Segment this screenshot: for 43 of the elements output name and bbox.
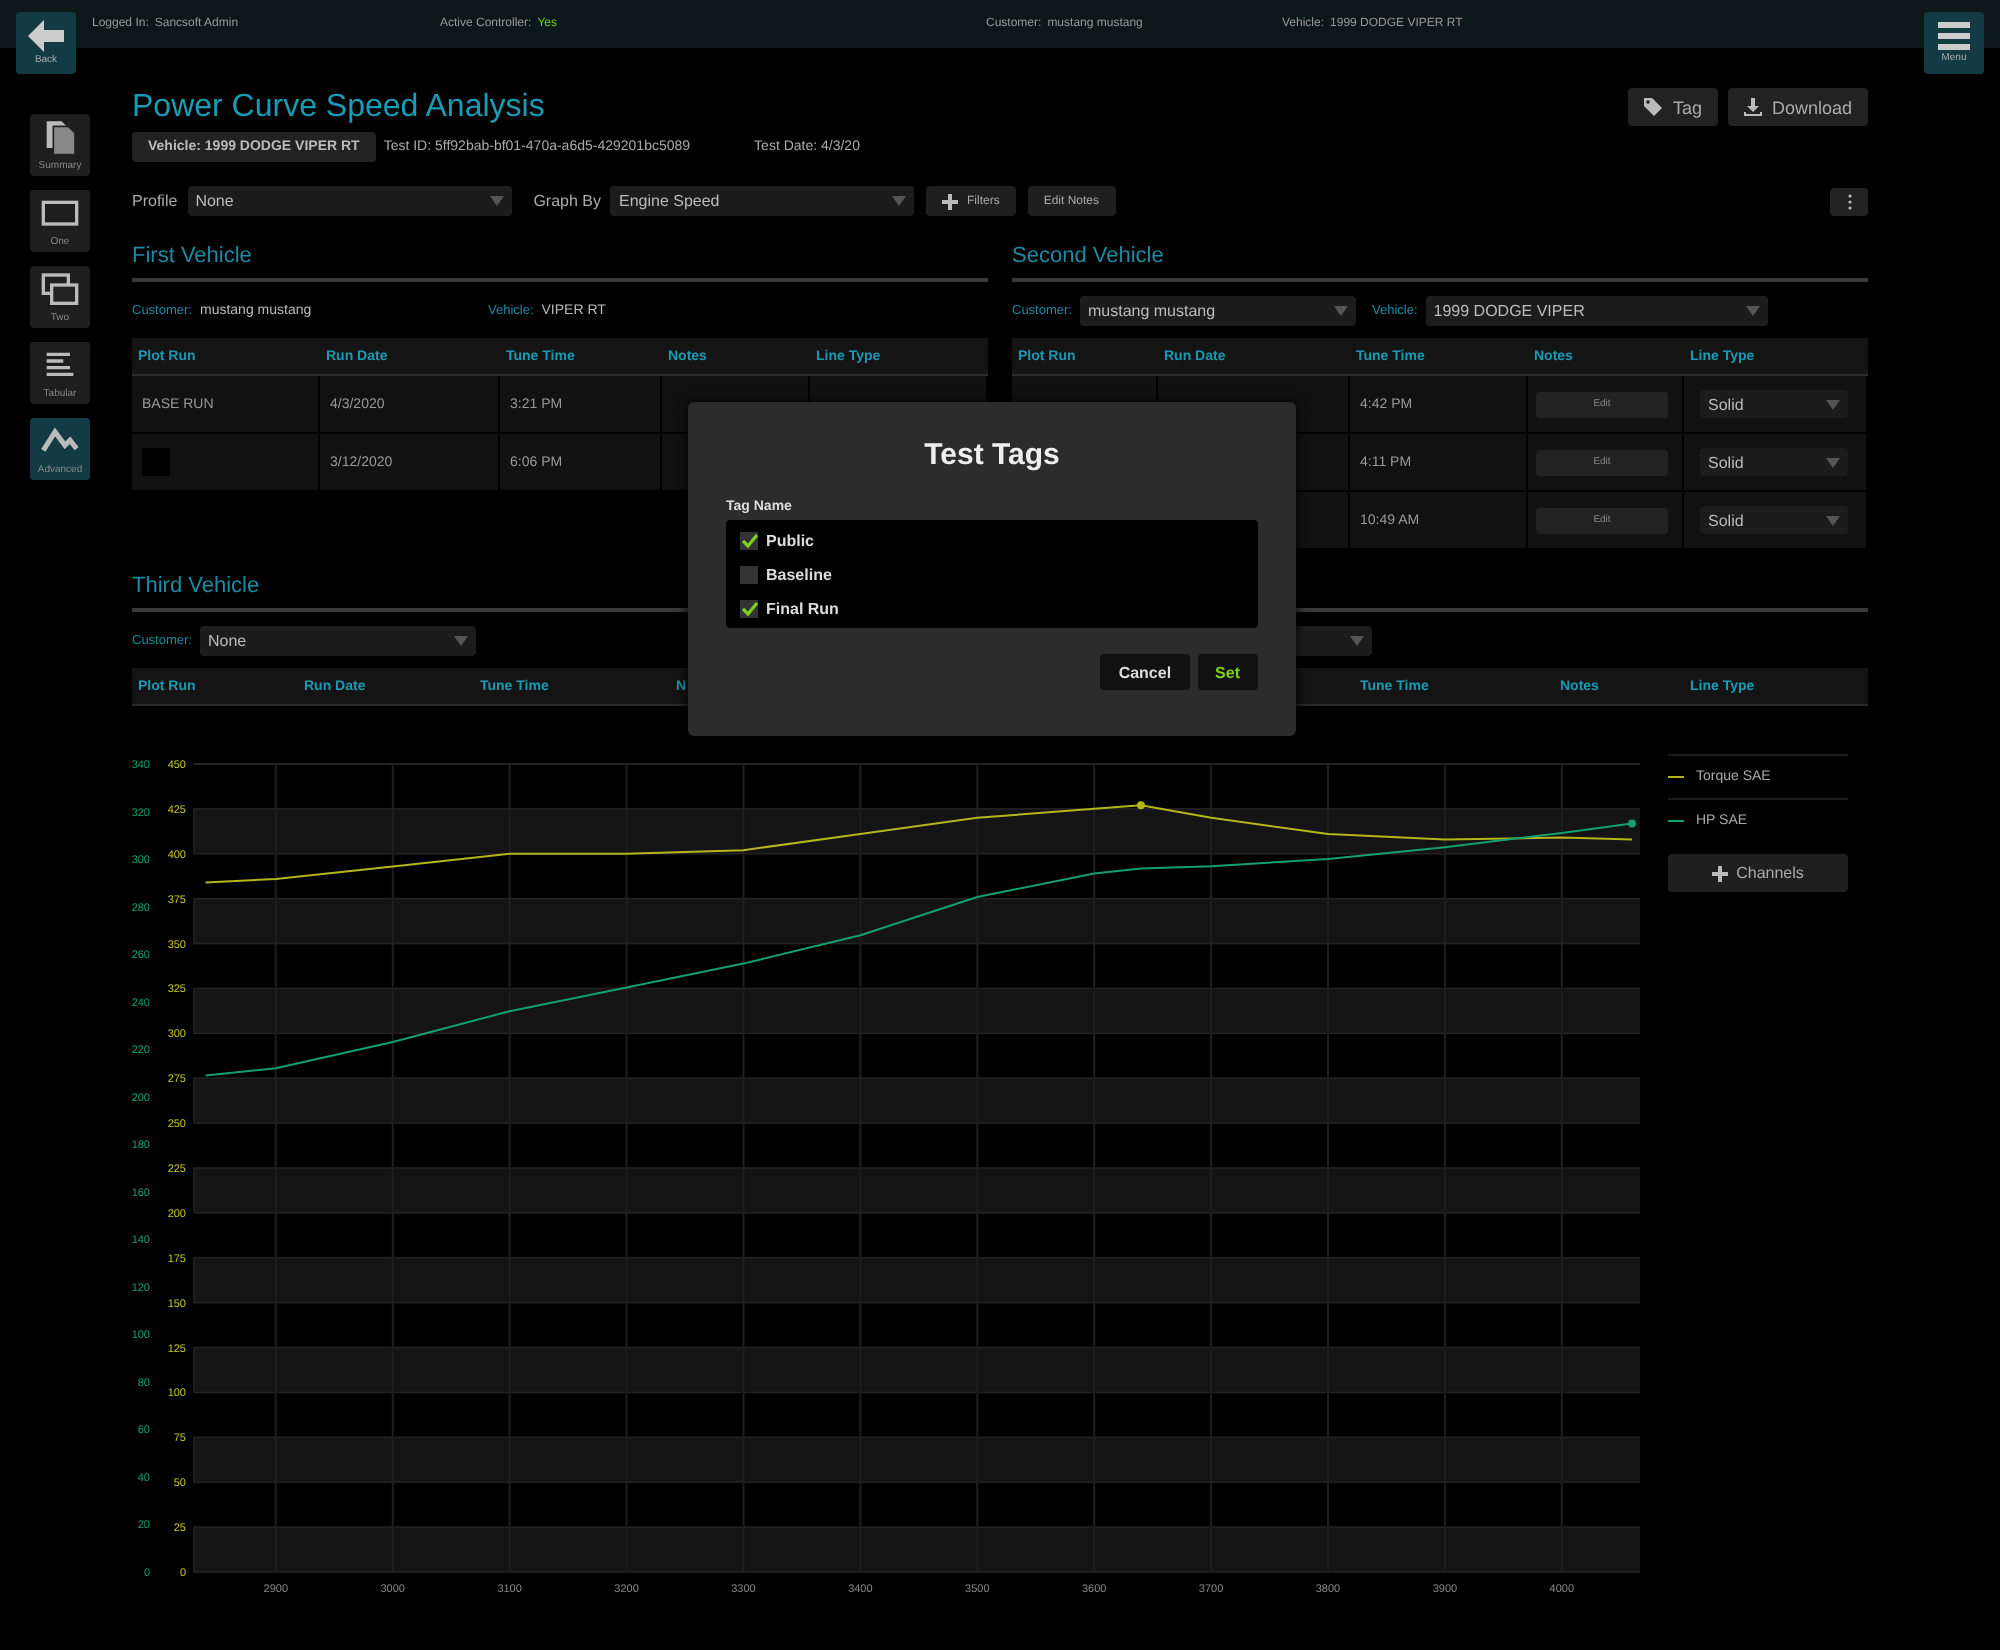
dialog-title: Test Tags	[924, 438, 1060, 472]
tag-button[interactable]: Tag	[1628, 88, 1718, 126]
checkbox[interactable]	[740, 599, 758, 617]
line-type-select[interactable]: Solid	[1700, 448, 1848, 476]
download-button[interactable]: Download	[1727, 88, 1868, 126]
caret-icon	[892, 196, 907, 206]
page-title: Power Curve Speed Analysis	[132, 89, 545, 125]
caret-icon	[1826, 457, 1840, 467]
more-icon[interactable]	[1830, 187, 1868, 215]
caret-icon	[1349, 636, 1364, 646]
graph-by-select[interactable]: Engine Speed	[610, 186, 915, 216]
menu-icon	[1938, 22, 1970, 50]
marker-dot	[1627, 819, 1636, 828]
channels-button[interactable]: Channels	[1668, 854, 1848, 892]
checkbox[interactable]	[740, 565, 758, 583]
field-label: Graph By	[533, 192, 601, 210]
caret-icon	[1826, 515, 1840, 525]
caret-icon	[453, 636, 468, 646]
checkbox[interactable]	[740, 531, 758, 549]
section-title: First Vehicle	[132, 244, 988, 282]
tag-label: Public	[766, 531, 815, 549]
vehicle-select[interactable]: 1999 DODGE VIPER	[1425, 296, 1768, 326]
section-title: Second Vehicle	[1012, 244, 1868, 282]
caret-icon	[1333, 306, 1348, 316]
cancel-button[interactable]: Cancel	[1100, 654, 1190, 690]
set-button[interactable]: Set	[1197, 654, 1258, 690]
line-type-select[interactable]: Solid	[1700, 506, 1848, 534]
tag-label: Final Run	[766, 599, 839, 617]
customer-select[interactable]: mustang mustang	[1079, 296, 1356, 326]
field-label: Profile	[132, 192, 178, 210]
marker-dot	[1136, 801, 1145, 810]
line-type-select[interactable]: Solid	[1700, 390, 1848, 418]
back-arrow-icon	[28, 20, 64, 52]
caret-icon	[1745, 306, 1760, 316]
two-screens-icon	[40, 270, 80, 310]
caret-icon	[1826, 399, 1840, 409]
download-icon	[1743, 98, 1762, 116]
plus-icon	[942, 193, 959, 209]
plus-icon	[1712, 865, 1729, 881]
tag-icon	[1644, 98, 1663, 116]
customer-select[interactable]: None	[199, 626, 476, 656]
profile-select[interactable]: None	[187, 186, 512, 216]
caret-icon	[489, 196, 504, 206]
